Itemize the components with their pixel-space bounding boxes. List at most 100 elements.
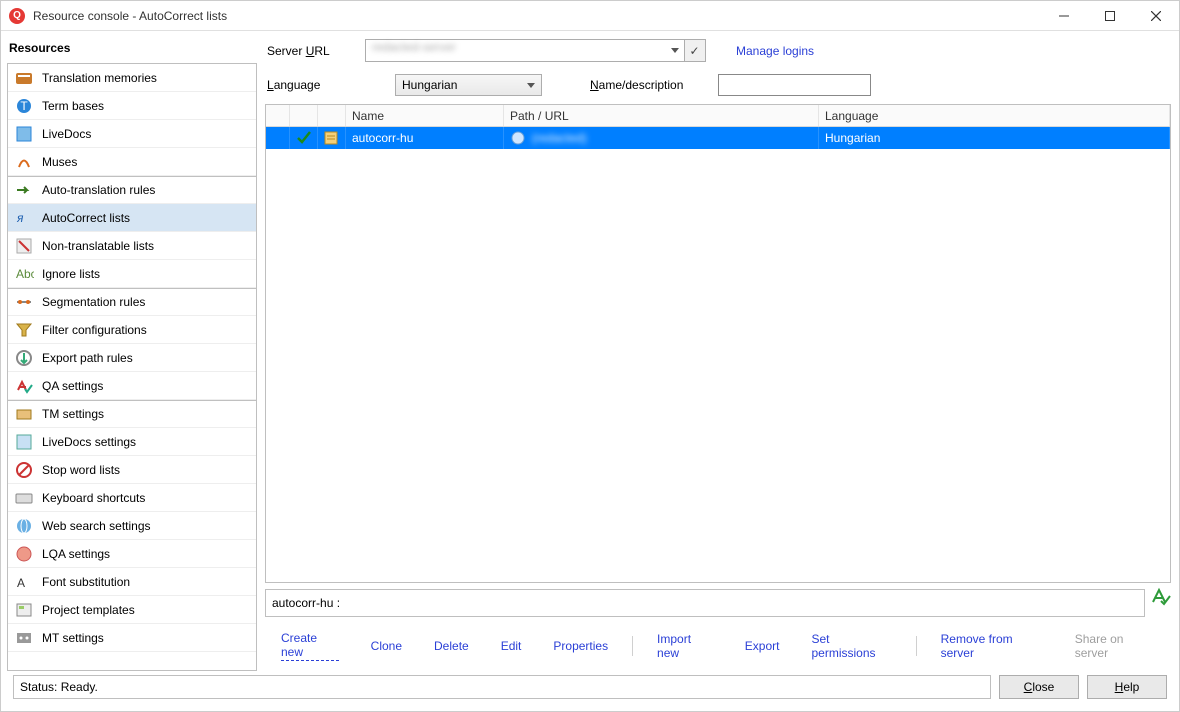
acl-icon: я [14,208,34,228]
sidebar-item-label: QA settings [42,379,103,393]
help-button[interactable]: Help [1087,675,1167,699]
detail-text: autocorr-hu : [272,596,340,610]
sidebar-heading: Resources [7,37,257,63]
detail-panel: autocorr-hu : [265,589,1145,617]
maximize-button[interactable] [1087,1,1133,30]
sidebar-item-label: Filter configurations [42,323,147,337]
action-bar: Create new Clone Delete Edit Properties … [263,617,1173,671]
swl-icon [14,460,34,480]
grid-header-blank-3[interactable] [318,105,346,126]
seg-icon [14,292,34,312]
name-desc-label: Name/description [590,78,710,92]
sidebar-item-label: Web search settings [42,519,151,533]
sidebar-item-export-path-rules[interactable]: Export path rules [8,344,256,372]
language-combo[interactable]: Hungarian [395,74,542,96]
sidebar-item-tm-settings[interactable]: TM settings [8,400,256,428]
action-import-new[interactable]: Import new [657,632,713,660]
sidebar-item-translation-memories[interactable]: Translation memories [8,64,256,92]
action-edit[interactable]: Edit [501,639,522,653]
sidebar-item-label: LQA settings [42,547,110,561]
sidebar-item-filter-configurations[interactable]: Filter configurations [8,316,256,344]
sidebar-item-lqa-settings[interactable]: LQA settings [8,540,256,568]
sidebar-item-qa-settings[interactable]: QA settings [8,372,256,400]
detail-autocorrect-icon [1151,587,1171,607]
grid-header: Name Path / URL Language [266,105,1170,127]
font-icon: A [14,572,34,592]
sidebar-item-label: MT settings [42,631,104,645]
svg-text:T: T [20,99,28,113]
sidebar-item-auto-translation-rules[interactable]: Auto-translation rules [8,176,256,204]
ptpl-icon [14,600,34,620]
language-label: Language [267,78,387,92]
server-url-input[interactable]: redacted-server [365,39,685,62]
svg-text:Abc: Abc [16,267,34,281]
svg-text:A: A [17,576,25,590]
action-set-permissions[interactable]: Set permissions [811,632,891,660]
sidebar-item-label: Auto-translation rules [42,183,155,197]
tms-icon [14,404,34,424]
sidebar-item-label: LiveDocs settings [42,435,136,449]
row-language: Hungarian [819,127,1170,149]
grid-header-path[interactable]: Path / URL [504,105,819,126]
sidebar-item-non-translatable-lists[interactable]: Non-translatable lists [8,232,256,260]
kbd-icon [14,488,34,508]
maximize-icon [1105,11,1115,21]
action-create-new[interactable]: Create new [281,631,339,661]
sidebar-item-label: Non-translatable lists [42,239,154,253]
server-url-label: Server URL [267,44,357,58]
sidebar-item-label: Font substitution [42,575,130,589]
action-share-on-server: Share on server [1075,632,1155,660]
close-window-button[interactable] [1133,1,1179,30]
grid-header-lang[interactable]: Language [819,105,1170,126]
mts-icon [14,628,34,648]
server-url-dropdown-button[interactable] [667,39,683,62]
sidebar-list[interactable]: Translation memoriesTTerm basesLiveDocsM… [7,63,257,671]
sidebar-item-label: TM settings [42,407,104,421]
sidebar-item-font-substitution[interactable]: A Font substitution [8,568,256,596]
sidebar-item-muses[interactable]: Muses [8,148,256,176]
action-properties[interactable]: Properties [553,639,608,653]
app-icon: Q [9,8,25,24]
grid-body[interactable]: autocorr-hu(redacted)Hungarian [266,127,1170,582]
table-row[interactable]: autocorr-hu(redacted)Hungarian [266,127,1170,149]
grid-header-blank-1[interactable] [266,105,290,126]
sidebar-item-mt-settings[interactable]: MT settings [8,624,256,652]
sidebar-item-label: Stop word lists [42,463,120,477]
exp-icon [14,348,34,368]
action-clone[interactable]: Clone [371,639,402,653]
sidebar: Resources Translation memories T Term base… [7,37,257,671]
sidebar-item-project-templates[interactable]: Project templates [8,596,256,624]
name-desc-input[interactable] [718,74,871,96]
row-name: autocorr-hu [346,127,504,149]
minimize-icon [1059,11,1069,21]
close-button[interactable]: Close [999,675,1079,699]
minimize-button[interactable] [1041,1,1087,30]
sidebar-item-autocorrect-lists[interactable]: яAutoCorrect lists [8,204,256,232]
resource-grid: Name Path / URL Language autocorr-hu(red… [265,104,1171,583]
lqa-icon [14,544,34,564]
sidebar-item-livedocs-settings[interactable]: LiveDocs settings [8,428,256,456]
row-path: (redacted) [504,127,819,149]
ld-icon [14,124,34,144]
sidebar-item-label: Term bases [42,99,104,113]
language-filter-row: Language Hungarian Name/description [263,72,1173,98]
grid-header-blank-2[interactable] [290,105,318,126]
action-export[interactable]: Export [745,639,780,653]
manage-logins-link[interactable]: Manage logins [736,44,814,58]
action-remove-from-server[interactable]: Remove from server [941,632,1043,660]
lds-icon [14,432,34,452]
titlebar: Q Resource console - AutoCorrect lists [1,1,1179,31]
sidebar-item-keyboard-shortcuts[interactable]: Keyboard shortcuts [8,484,256,512]
sidebar-item-ignore-lists[interactable]: AbcIgnore lists [8,260,256,288]
row-check-icon [290,127,318,149]
sidebar-item-livedocs[interactable]: LiveDocs [8,120,256,148]
sidebar-item-term-bases[interactable]: T Term bases [8,92,256,120]
server-url-confirm-button[interactable]: ✓ [683,39,706,62]
grid-header-name[interactable]: Name [346,105,504,126]
action-delete[interactable]: Delete [434,639,469,653]
sidebar-item-stop-word-lists[interactable]: Stop word lists [8,456,256,484]
sidebar-item-web-search-settings[interactable]: Web search settings [8,512,256,540]
sidebar-item-segmentation-rules[interactable]: Segmentation rules [8,288,256,316]
sidebar-item-label: Export path rules [42,351,133,365]
footer: Status: Ready. Close Help [7,671,1173,705]
